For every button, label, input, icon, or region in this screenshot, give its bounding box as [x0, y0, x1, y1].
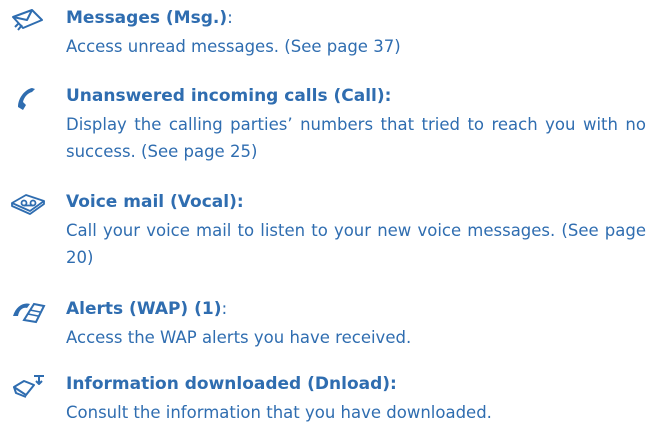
entry-description: Access unread messages. (See page 37): [66, 37, 401, 56]
entry-description: Call your voice mail to listen to your n…: [66, 221, 646, 267]
entry-title: Alerts (WAP) (1):: [66, 299, 228, 319]
entry-title: Unanswered incoming calls (Call):: [66, 86, 392, 106]
entry-title: Voice mail (Vocal):: [66, 192, 244, 212]
entry-title: Messages (Msg.):: [66, 8, 233, 28]
entry-title: Information downloaded (Dnload):: [66, 374, 397, 394]
download-icon: [10, 373, 48, 401]
entry-description: Consult the information that you have do…: [66, 403, 492, 422]
message-envelope-icon: [10, 7, 48, 35]
wap-alert-icon: [10, 298, 48, 326]
entry-description: Access the WAP alerts you have received.: [66, 328, 412, 347]
entry-description: Display the calling parties’ numbers tha…: [66, 115, 646, 161]
phone-handset-icon: [10, 85, 48, 113]
voice-mail-icon: [10, 191, 48, 219]
